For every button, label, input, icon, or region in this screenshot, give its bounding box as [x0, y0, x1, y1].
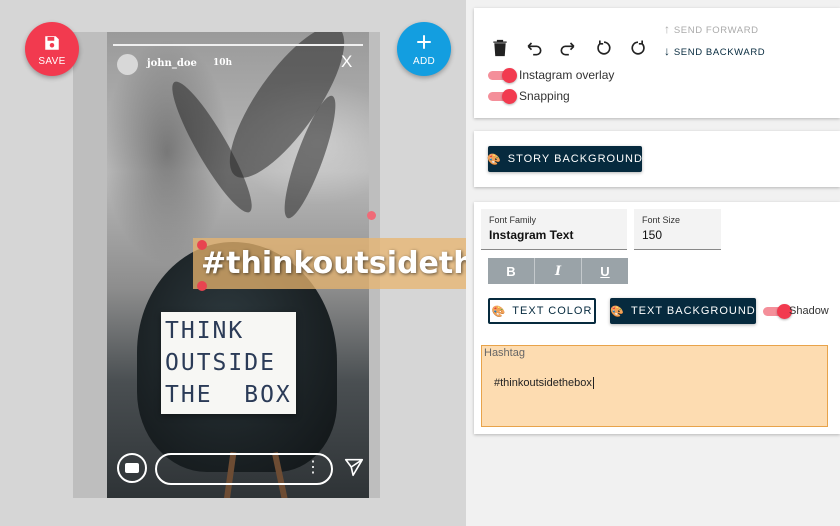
- font-family-value: Instagram Text: [489, 228, 574, 242]
- send-icon[interactable]: [343, 456, 365, 478]
- properties-panel: ↑ SEND FORWARD ↓ SEND BACKWARD Instagram…: [466, 0, 840, 526]
- plus-icon: [417, 35, 431, 49]
- palette-icon: 🎨: [487, 153, 502, 166]
- avatar: [117, 54, 138, 75]
- send-backward-button[interactable]: ↓ SEND BACKWARD: [664, 44, 765, 58]
- send-forward-button[interactable]: ↑ SEND FORWARD: [664, 22, 759, 36]
- text-color-button[interactable]: 🎨 TEXT COLOR: [488, 298, 596, 324]
- font-size-field[interactable]: Font Size 150: [634, 209, 721, 250]
- add-button[interactable]: ADD: [397, 22, 451, 76]
- instagram-overlay-toggle[interactable]: [488, 68, 518, 83]
- text-background-label: TEXT BACKGROUND: [630, 305, 756, 317]
- hashtag-value: #thinkoutsidethebox: [494, 377, 592, 389]
- story-username: john_doe: [147, 58, 197, 69]
- font-family-label: Font Family: [489, 215, 537, 225]
- story-background-button[interactable]: 🎨 STORY BACKGROUND: [487, 146, 643, 172]
- snapping-label: Snapping: [519, 89, 570, 103]
- rotate-left-icon[interactable]: [594, 38, 614, 58]
- editor-canvas: john_doe 10h X THINK OUTSIDE THE BOX ⋮ #…: [0, 0, 468, 526]
- story-background-label: STORY BACKGROUND: [507, 153, 643, 165]
- text-color-label: TEXT COLOR: [512, 305, 593, 317]
- redo-icon[interactable]: [558, 38, 578, 58]
- palette-icon: 🎨: [491, 305, 507, 318]
- lightbox-sign: THINK OUTSIDE THE BOX: [161, 312, 296, 414]
- resize-handle-top[interactable]: [197, 240, 207, 250]
- hashtag-sticker[interactable]: #thinkoutsidethebox: [193, 238, 468, 289]
- shadow-label: Shadow: [789, 305, 829, 317]
- camera-icon[interactable]: [117, 453, 147, 483]
- story-reply-field[interactable]: ⋮: [155, 453, 333, 485]
- arrow-down-icon: ↓: [664, 44, 671, 58]
- text-background-button[interactable]: 🎨 TEXT BACKGROUND: [610, 298, 756, 324]
- bold-button[interactable]: B: [488, 258, 535, 284]
- story-progress-bar: [113, 44, 363, 46]
- add-label: ADD: [412, 56, 435, 67]
- save-label: SAVE: [38, 56, 66, 67]
- toolbar-card: ↑ SEND FORWARD ↓ SEND BACKWARD Instagram…: [474, 8, 840, 118]
- underline-button[interactable]: U: [582, 258, 628, 284]
- rotate-right-icon[interactable]: [628, 38, 648, 58]
- lightbox-line: OUTSIDE: [165, 350, 276, 376]
- font-size-label: Font Size: [642, 215, 681, 225]
- text-caret: [592, 377, 594, 390]
- snapping-toggle[interactable]: [488, 89, 518, 104]
- font-size-value: 150: [642, 228, 663, 242]
- floppy-disk-icon: [45, 36, 59, 50]
- text-format-group: B I U: [488, 258, 628, 284]
- palette-icon: 🎨: [610, 305, 625, 318]
- instagram-overlay-label: Instagram overlay: [519, 68, 615, 82]
- send-forward-label: SEND FORWARD: [673, 25, 759, 36]
- hashtag-input[interactable]: Hashtag #thinkoutsidethebox: [481, 345, 828, 427]
- arrow-up-icon: ↑: [664, 22, 671, 36]
- send-backward-label: SEND BACKWARD: [673, 47, 766, 58]
- trash-icon[interactable]: [490, 38, 510, 58]
- save-button[interactable]: SAVE: [25, 22, 79, 76]
- hashtag-sticker-text: #thinkoutsidethebox: [201, 246, 468, 281]
- resize-handle-bottom[interactable]: [197, 281, 207, 291]
- more-icon[interactable]: ⋮: [305, 460, 321, 476]
- undo-icon[interactable]: [524, 38, 544, 58]
- hashtag-value-wrap: #thinkoutsidethebox: [494, 377, 594, 390]
- hashtag-label: Hashtag: [484, 347, 525, 359]
- background-card: 🎨 STORY BACKGROUND: [474, 131, 840, 187]
- italic-button[interactable]: I: [535, 258, 582, 284]
- rotate-handle[interactable]: [367, 211, 376, 220]
- close-icon[interactable]: X: [341, 52, 352, 72]
- lightbox-line: THINK: [165, 318, 245, 344]
- font-family-field[interactable]: Font Family Instagram Text: [481, 209, 627, 250]
- lightbox-line: THE BOX: [165, 382, 292, 408]
- story-time: 10h: [213, 58, 233, 68]
